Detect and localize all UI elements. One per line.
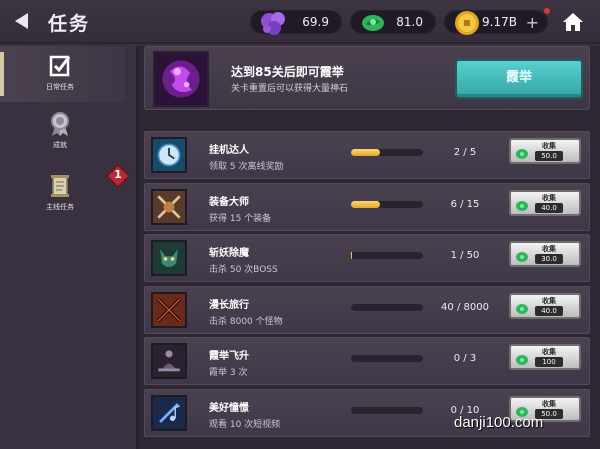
clock-icon (151, 137, 187, 173)
meditation-icon (151, 343, 187, 379)
jade-stone-icon (516, 149, 528, 159)
tab-daily-tasks-label: 日常任务 (46, 83, 74, 91)
collect-label: 收集 (542, 296, 556, 305)
tab-achievements-label: 成就 (53, 141, 67, 149)
medal-icon (51, 112, 69, 136)
task-row: 漫长旅行 击杀 8000 个怪物 40 / 8000 收集 40.0 (144, 285, 590, 334)
watermark: danji100.com (454, 414, 544, 431)
badge-count: 1 (114, 168, 122, 181)
progress-fill (351, 252, 353, 259)
purple-gem-icon (261, 12, 285, 35)
task-panel: 达到85关后即可霞举 关卡重置后可以获得大量神石 霞举 挂机达人 领取 5 次离… (136, 46, 600, 449)
equipment-icon (151, 188, 187, 225)
crossed-swords-icon (151, 291, 187, 328)
progress-text: 6 / 15 (450, 198, 480, 210)
jade-stone-icon (362, 15, 384, 31)
progress-bar (351, 303, 423, 311)
task-description: 领取 5 次离线奖励 (209, 162, 284, 172)
collect-button[interactable]: 收集 100 (509, 344, 581, 370)
progress-text: 40 / 8000 (441, 301, 489, 313)
task-name: 装备大师 (209, 196, 249, 208)
reward-amount: 40.0 (535, 305, 563, 316)
progress-bar (351, 200, 423, 208)
scroll-icon (51, 175, 69, 197)
task-name: 霞举飞升 (209, 351, 249, 362)
progress-bar (351, 252, 423, 259)
jade-stone-icon (516, 200, 528, 211)
task-name: 挂机达人 (209, 145, 249, 156)
jade-stone-icon (516, 303, 528, 314)
top-bar: 任务 69.9 81.0 9.17B + (0, 0, 600, 44)
ascend-artwork (153, 51, 209, 107)
add-gold-button[interactable]: + (526, 13, 539, 32)
home-icon[interactable] (562, 11, 584, 33)
tab-achievements[interactable]: 成就 (0, 104, 125, 160)
reward-amount: 100 (535, 357, 563, 367)
task-description: 霞举 3 次 (209, 368, 248, 378)
task-name: 斩妖除魔 (209, 248, 249, 259)
collect-button[interactable]: 收集 50.0 (509, 138, 581, 164)
task-description: 击杀 8000 个怪物 (209, 316, 283, 327)
progress-text: 0 / 3 (453, 353, 477, 364)
ascend-banner: 达到85关后即可霞举 关卡重置后可以获得大量神石 霞举 (144, 46, 590, 110)
collect-label: 收集 (542, 245, 556, 253)
collect-button[interactable]: 收集 30.0 (509, 241, 581, 267)
task-row: 斩妖除魔 击杀 50 次BOSS 1 / 50 收集 30.0 (144, 234, 590, 282)
checklist-icon (49, 55, 71, 77)
back-arrow-icon[interactable] (12, 11, 30, 31)
task-description: 观看 10 次短视频 (209, 419, 281, 430)
progress-fill (351, 200, 380, 208)
progress-fill (351, 149, 380, 156)
progress-text: 2 / 5 (453, 147, 477, 158)
stone-counter: 81.0 (350, 10, 436, 34)
gold-coin-icon (455, 11, 479, 35)
gold-counter: 9.17B + (444, 8, 550, 35)
tab-daily-tasks[interactable]: 日常任务 (0, 46, 125, 102)
task-description: 击杀 50 次BOSS (209, 265, 278, 275)
dream-note-icon (151, 394, 187, 431)
tab-main-quests-label: 主线任务 (46, 203, 74, 211)
progress-bar (351, 355, 423, 362)
task-name: 美好憧憬 (209, 402, 249, 414)
task-row: 霞举飞升 霞举 3 次 0 / 3 收集 100 (144, 337, 590, 385)
achievement-badge: 1 (105, 163, 131, 189)
sidebar: 日常任务 成就 主线任务 1 (0, 46, 131, 449)
demon-icon (151, 240, 187, 276)
ascend-button[interactable]: 霞举 (455, 59, 583, 99)
collect-label: 收集 (542, 193, 556, 202)
collect-label: 收集 (542, 142, 556, 150)
jade-stone-icon (516, 355, 528, 365)
task-row: 装备大师 获得 15 个装备 6 / 15 收集 40.0 (144, 182, 590, 231)
banner-subtitle: 关卡重置后可以获得大量神石 (231, 84, 349, 94)
banner-title: 达到85关后即可霞举 (231, 65, 344, 79)
collect-label: 收集 (542, 348, 556, 356)
collect-label: 收集 (542, 399, 556, 408)
stone-value: 81.0 (396, 15, 423, 29)
task-description: 获得 15 个装备 (209, 213, 272, 224)
gems-counter: 69.9 (250, 10, 342, 35)
reward-amount: 30.0 (535, 254, 563, 264)
reward-amount: 40.0 (535, 202, 563, 213)
gems-value: 69.9 (302, 15, 329, 29)
task-row: 挂机达人 领取 5 次离线奖励 2 / 5 收集 50.0 (144, 131, 590, 179)
task-name: 漫长旅行 (209, 299, 249, 311)
gold-value: 9.17B (482, 15, 517, 29)
jade-stone-icon (516, 252, 528, 262)
progress-bar (351, 406, 423, 414)
page-title: 任务 (48, 13, 91, 35)
progress-bar (351, 149, 423, 156)
notification-dot (544, 8, 550, 14)
collect-button[interactable]: 收集 40.0 (509, 292, 581, 319)
collect-button[interactable]: 收集 40.0 (509, 189, 581, 216)
reward-amount: 50.0 (535, 151, 563, 161)
progress-text: 1 / 50 (450, 250, 480, 261)
